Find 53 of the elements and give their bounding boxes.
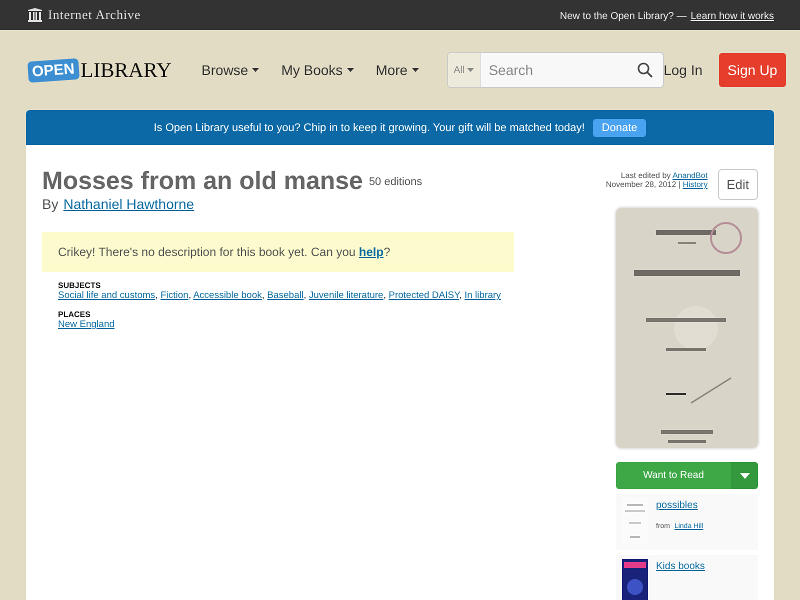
subject-link[interactable]: In library xyxy=(464,290,501,301)
subject-link[interactable]: Accessible book xyxy=(193,290,262,301)
nav-menu[interactable]: My Books xyxy=(281,62,354,78)
scope-dropdown[interactable]: All xyxy=(448,53,481,87)
logo-badge[interactable]: OPEN xyxy=(27,58,80,82)
want-to-read-button[interactable]: Want to Read xyxy=(616,462,731,489)
comma: , xyxy=(383,290,387,301)
section-heading: PLACES xyxy=(58,310,92,319)
signup-button[interactable]: Sign Up xyxy=(718,53,786,87)
comma: , xyxy=(155,290,159,301)
logo-text[interactable]: LIBRARY xyxy=(80,58,172,82)
list-card[interactable]: Kids books xyxy=(616,555,758,600)
subject-link[interactable]: New England xyxy=(58,319,115,330)
comma: , xyxy=(262,290,266,301)
subject-link[interactable]: Baseball xyxy=(267,290,304,301)
dropdown-button[interactable] xyxy=(731,462,758,489)
caret-icon xyxy=(412,68,419,72)
brand-text: Internet Archive xyxy=(48,7,141,23)
search-icon[interactable] xyxy=(636,62,653,78)
list-name-link[interactable]: possibles xyxy=(656,500,704,511)
nav-menu[interactable]: More xyxy=(376,62,419,78)
comma: , xyxy=(304,290,308,301)
subject-link[interactable]: Fiction xyxy=(160,290,188,301)
section-heading: SUBJECTS xyxy=(58,281,102,290)
edit-button[interactable]: Edit xyxy=(718,169,758,200)
caret-icon xyxy=(346,68,354,72)
search-field[interactable]: All Search xyxy=(446,52,664,88)
editions-count: 50 editions xyxy=(368,176,422,190)
by-label: By xyxy=(42,196,58,212)
banner-text: Is Open Library useful to you? Chip in to keep it growing. Your gift will be matched today! xyxy=(154,122,585,134)
history-link[interactable]: History xyxy=(682,180,708,189)
edit-date: November 28, 2012 | xyxy=(606,180,680,189)
intro-text: New to the Open Library? — xyxy=(560,11,687,22)
login-link[interactable]: Log In xyxy=(664,62,703,78)
caret-icon xyxy=(740,472,750,478)
editor-link[interactable]: AnandBot xyxy=(672,171,708,180)
subject-link[interactable]: Social life and customs xyxy=(58,290,156,301)
archive-icon xyxy=(28,8,42,22)
edited-label: Last edited by xyxy=(620,171,671,180)
comma: , xyxy=(188,290,192,301)
caret-icon xyxy=(466,68,474,72)
book-title: Mosses from an old manse xyxy=(42,169,363,194)
list-name-link[interactable]: Kids books xyxy=(656,561,705,572)
author-link[interactable]: Nathaniel Hawthorne xyxy=(63,196,194,212)
comma: , xyxy=(459,290,463,301)
help-link[interactable]: help xyxy=(358,245,384,259)
subject-link[interactable]: Protected DAISY xyxy=(388,290,460,301)
brand-name[interactable]: Internet Archive xyxy=(28,7,141,23)
caret-icon xyxy=(252,68,260,72)
description-notice: Crikey! There's no description for this book yet. Can you help? xyxy=(42,232,514,272)
learn-link[interactable]: Learn how it works xyxy=(690,11,774,22)
nav-menu[interactable]: Browse xyxy=(202,62,260,78)
subject-link[interactable]: Juvenile literature xyxy=(308,290,384,301)
